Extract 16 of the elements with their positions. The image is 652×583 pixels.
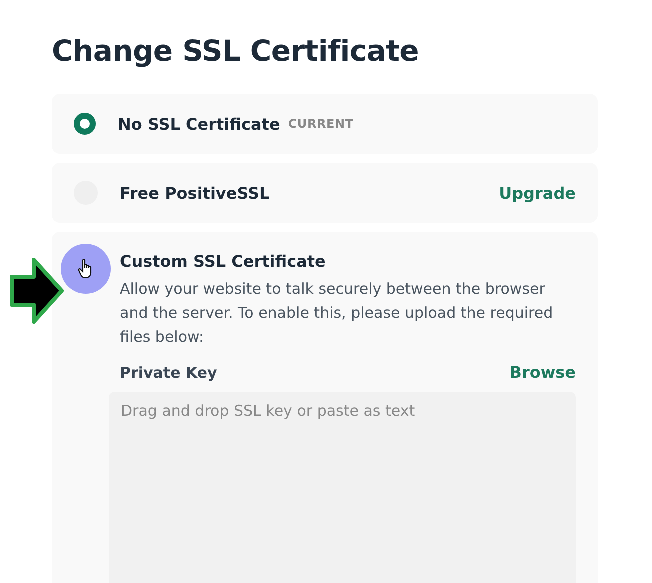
page-title: Change SSL Certificate — [52, 34, 420, 68]
current-label: CURRENT — [288, 117, 354, 131]
option-label: Free PositiveSSL — [120, 184, 270, 202]
option-label: Custom SSL Certificate — [120, 252, 327, 271]
option-card[interactable]: Free PositiveSSL Upgrade — [52, 163, 598, 223]
option-card[interactable]: No SSL Certificate CURRENT — [52, 94, 598, 154]
radio-button[interactable] — [74, 113, 96, 135]
option-description: Allow your website to talk securely between the browser and the server. To enable this, please upload the required files below: — [120, 279, 554, 348]
radio-button[interactable] — [61, 244, 111, 294]
option-label: No SSL Certificate — [118, 114, 280, 134]
pointer-arrow-drawing — [9, 257, 65, 325]
option-card[interactable] — [52, 232, 598, 583]
upgrade-link[interactable]: Upgrade — [499, 184, 576, 202]
private-key-field[interactable]: Drag and drop SSL key or paste as text — [109, 392, 576, 583]
field-label: Private Key — [120, 364, 218, 382]
browse-link[interactable]: Browse — [510, 363, 576, 382]
